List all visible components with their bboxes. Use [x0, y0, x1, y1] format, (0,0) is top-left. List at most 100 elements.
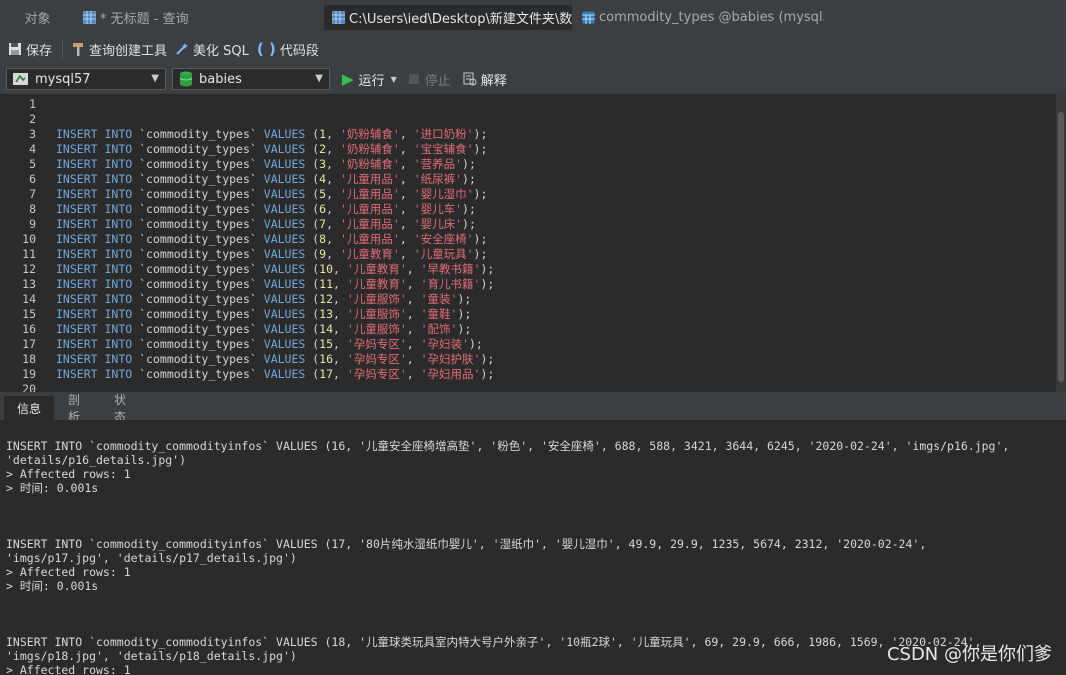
keyword-values: VALUES — [263, 247, 306, 261]
tab-untitled-query[interactable]: * 无标题 - 查询 — [75, 5, 322, 30]
save-icon — [9, 43, 21, 55]
string-literal: '孕妇装' — [420, 337, 469, 351]
line-number: 6 — [29, 172, 36, 186]
code-line: INSERT INTO `commodity_types` VALUES (6,… — [56, 202, 476, 216]
tab-info[interactable]: 信息 — [4, 396, 54, 420]
tab-label: 信息 — [16, 401, 41, 416]
string-literal: '儿童玩具' — [413, 247, 474, 261]
keyword-into: INTO — [104, 352, 133, 366]
tab-status[interactable]: 状态 — [102, 393, 148, 424]
chevron-down-icon[interactable]: ▼ — [391, 75, 397, 84]
output-line: 'imgs/p17.jpg', 'details/p17_details.jpg… — [6, 551, 297, 565]
string-literal: '早教书籍' — [420, 262, 481, 276]
tab-objects[interactable]: 对象 — [0, 5, 75, 30]
stop-icon — [408, 74, 419, 84]
code-line: INSERT INTO `commodity_types` VALUES (1,… — [56, 127, 488, 141]
line-number: 18 — [22, 352, 36, 366]
keyword-values: VALUES — [263, 172, 306, 186]
database-select[interactable]: babies ▼ — [172, 68, 330, 90]
id-literal: 7 — [319, 217, 327, 231]
string-literal: '儿童用品' — [339, 217, 400, 231]
tab-file-query[interactable]: C:\Users\ied\Desktop\新建文件夹\数... — [324, 5, 572, 30]
chevron-down-icon: ▼ — [151, 73, 159, 84]
line-number: 17 — [22, 337, 36, 351]
id-literal: 8 — [319, 232, 327, 246]
keyword-insert: INSERT — [56, 172, 98, 186]
line-number: 14 — [22, 292, 36, 306]
code-line: INSERT INTO `commodity_types` VALUES (11… — [56, 277, 495, 291]
connection-value: mysql57 — [35, 71, 91, 87]
output-line: INSERT INTO `commodity_commodityinfos` V… — [6, 635, 982, 649]
line-number: 1 — [29, 97, 36, 111]
tab-label: * 无标题 - 查询 — [100, 12, 189, 27]
stop-label: 停止 — [424, 73, 451, 89]
keyword-into: INTO — [104, 172, 133, 186]
table-identifier: `commodity_types` — [139, 247, 257, 261]
keyword-insert: INSERT — [56, 217, 98, 231]
code-snippet-label: 代码段 — [279, 43, 319, 59]
string-literal: '婴儿车' — [413, 202, 463, 216]
explain-button[interactable]: 解释 — [463, 70, 507, 89]
id-literal: 3 — [319, 157, 327, 171]
code-line: INSERT INTO `commodity_types` VALUES (17… — [56, 367, 495, 381]
save-label: 保存 — [26, 43, 53, 59]
output-line: > 时间: 0.001s — [6, 481, 99, 495]
line-number: 4 — [29, 142, 36, 156]
code-line: INSERT INTO `commodity_types` VALUES (9,… — [56, 247, 488, 261]
code-line: INSERT INTO `commodity_types` VALUES (2,… — [56, 142, 488, 156]
keyword-into: INTO — [104, 217, 133, 231]
play-icon: ▶ — [342, 70, 354, 88]
table-identifier: `commodity_types` — [139, 202, 257, 216]
scrollbar-thumb[interactable] — [1058, 112, 1064, 382]
id-literal: 14 — [319, 322, 334, 336]
query-builder-button[interactable]: 查询创建工具 — [71, 40, 167, 59]
string-literal: '婴儿湿巾' — [413, 187, 474, 201]
id-literal: 5 — [319, 187, 327, 201]
database-icon — [179, 71, 193, 87]
string-literal: '儿童服饰' — [346, 292, 407, 306]
stop-button[interactable]: 停止 — [408, 70, 451, 89]
output-line: INSERT INTO `commodity_commodityinfos` V… — [6, 537, 927, 551]
code-snippet-button[interactable]: ( ) 代码段 — [257, 40, 319, 59]
tab-profile[interactable]: 剖析 — [56, 393, 100, 424]
run-label: 运行 — [358, 73, 385, 89]
keyword-into: INTO — [104, 142, 133, 156]
code-line: INSERT INTO `commodity_types` VALUES (15… — [56, 337, 483, 351]
tab-commodity-types[interactable]: commodity_types @babies (mysql57... — [574, 5, 824, 30]
beautify-sql-button[interactable]: 美化 SQL — [175, 40, 249, 59]
line-number: 3 — [29, 127, 36, 141]
hammer-icon — [73, 43, 84, 56]
table-identifier: `commodity_types` — [139, 292, 257, 306]
sql-editor[interactable]: 1 2 3 INSERT INTO `commodity_types` VALUES … — [0, 94, 1066, 392]
table-identifier: `commodity_types` — [139, 142, 257, 156]
line-number: 16 — [22, 322, 36, 336]
keyword-insert: INSERT — [56, 142, 98, 156]
line-number: 9 — [29, 217, 36, 231]
string-literal: '育儿书籍' — [420, 277, 481, 291]
line-number: 2 — [29, 112, 36, 126]
keyword-values: VALUES — [263, 277, 306, 291]
message-output: INSERT INTO `commodity_commodityinfos` V… — [0, 420, 1066, 675]
table-identifier: `commodity_types` — [139, 232, 257, 246]
output-line: > Affected rows: 1 — [6, 663, 131, 675]
keyword-values: VALUES — [263, 187, 306, 201]
keyword-into: INTO — [104, 277, 133, 291]
toolbar-divider — [62, 40, 64, 58]
keyword-insert: INSERT — [56, 367, 98, 381]
keyword-insert: INSERT — [56, 292, 98, 306]
run-button[interactable]: ▶ 运行 ▼ — [342, 70, 397, 89]
id-literal: 15 — [319, 337, 334, 351]
keyword-insert: INSERT — [56, 322, 98, 336]
editor-scrollbar[interactable] — [1056, 94, 1066, 392]
code-line: INSERT INTO `commodity_types` VALUES (13… — [56, 307, 472, 321]
keyword-insert: INSERT — [56, 157, 98, 171]
keyword-insert: INSERT — [56, 202, 98, 216]
tab-label: C:\Users\ied\Desktop\新建文件夹\数... — [349, 12, 572, 27]
keyword-values: VALUES — [263, 262, 306, 276]
string-literal: '婴儿床' — [413, 217, 463, 231]
tab-label: commodity_types @babies (mysql57... — [599, 10, 824, 25]
keyword-values: VALUES — [263, 352, 306, 366]
keyword-values: VALUES — [263, 217, 306, 231]
save-button[interactable]: 保存 — [8, 40, 52, 59]
connection-select[interactable]: mysql57 ▼ — [6, 68, 166, 90]
